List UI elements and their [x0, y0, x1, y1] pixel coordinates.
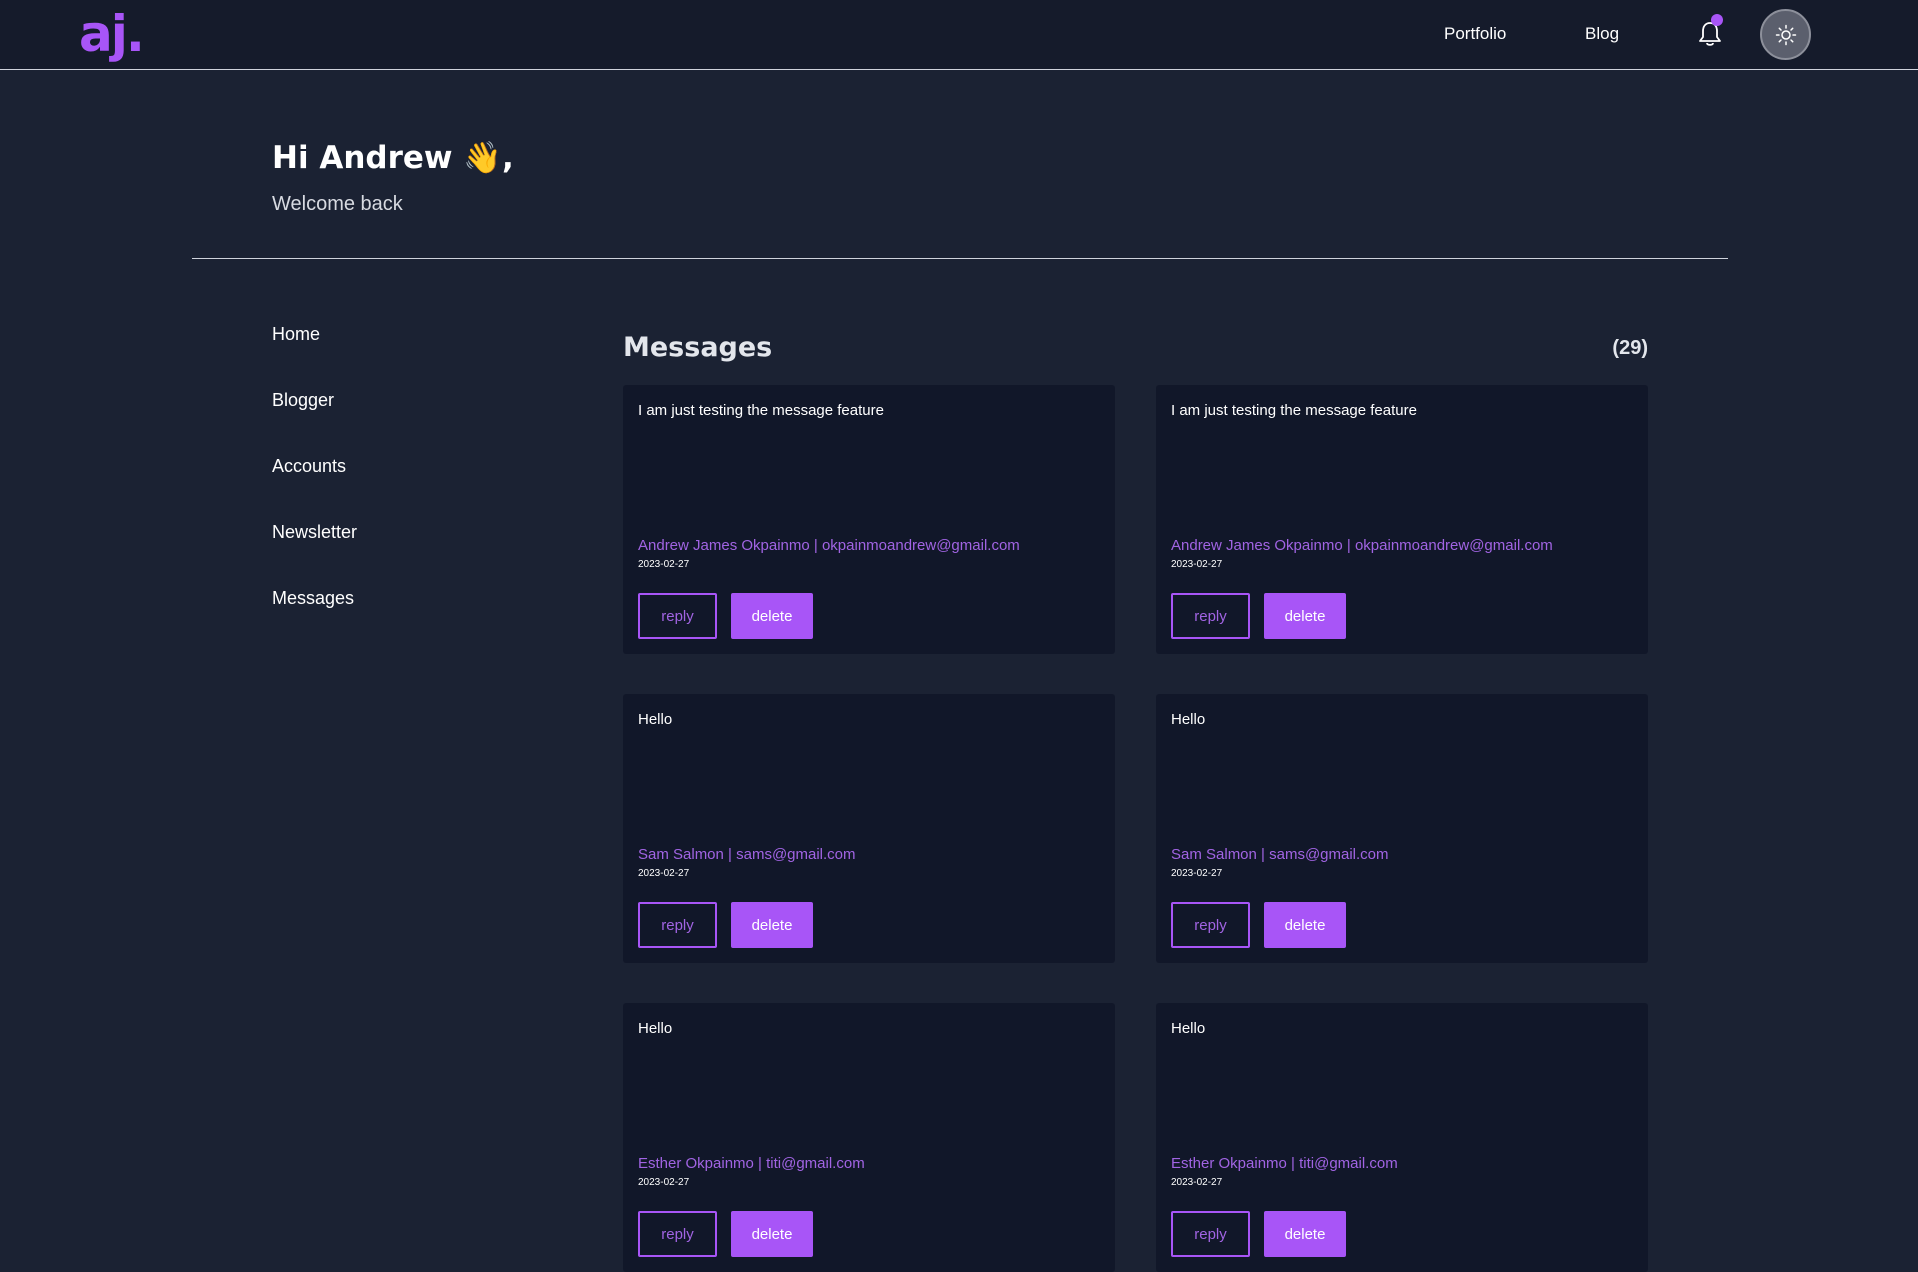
reply-button[interactable]: reply — [638, 593, 717, 639]
reply-button[interactable]: reply — [1171, 1211, 1250, 1257]
message-text: Hello — [1171, 711, 1206, 728]
top-navbar: aj. Portfolio Blog — [0, 0, 1918, 70]
message-sender: Esther Okpainmo | titi@gmail.com — [638, 1155, 865, 1172]
delete-button[interactable]: delete — [731, 1211, 813, 1257]
reply-button[interactable]: reply — [638, 1211, 717, 1257]
theme-toggle-button[interactable] — [1760, 9, 1811, 60]
message-sender: Esther Okpainmo | titi@gmail.com — [1171, 1155, 1398, 1172]
message-sender: Sam Salmon | sams@gmail.com — [1171, 846, 1389, 863]
message-text: Hello — [638, 1020, 673, 1037]
message-date: 2023-02-27 — [638, 1177, 690, 1188]
message-date: 2023-02-27 — [1171, 1177, 1223, 1188]
message-sender: Andrew James Okpainmo | okpainmoandrew@g… — [638, 537, 1020, 554]
message-card: Hello Esther Okpainmo | titi@gmail.com 2… — [1156, 1003, 1648, 1272]
reply-button[interactable]: reply — [638, 902, 717, 948]
reply-button[interactable]: reply — [1171, 593, 1250, 639]
notification-dot — [1711, 14, 1723, 26]
delete-button[interactable]: delete — [1264, 593, 1346, 639]
message-date: 2023-02-27 — [638, 868, 690, 879]
message-date: 2023-02-27 — [638, 559, 690, 570]
sidebar-item-accounts[interactable]: Accounts — [272, 453, 346, 479]
sidebar-item-messages[interactable]: Messages — [272, 585, 354, 611]
delete-button[interactable]: delete — [1264, 902, 1346, 948]
message-card: I am just testing the message feature An… — [623, 385, 1115, 654]
messages-count: (29) — [1612, 337, 1648, 359]
sidebar-item-home[interactable]: Home — [272, 321, 320, 347]
message-card: Hello Sam Salmon | sams@gmail.com 2023-0… — [1156, 694, 1648, 963]
delete-button[interactable]: delete — [731, 593, 813, 639]
nav-portfolio-link[interactable]: Portfolio — [1444, 22, 1506, 46]
sidebar-item-blogger[interactable]: Blogger — [272, 387, 334, 413]
reply-button[interactable]: reply — [1171, 902, 1250, 948]
nav-blog-link[interactable]: Blog — [1585, 22, 1619, 46]
logo[interactable]: aj. — [79, 6, 145, 62]
delete-button[interactable]: delete — [731, 902, 813, 948]
welcome-subtitle: Welcome back — [272, 193, 403, 215]
message-sender: Sam Salmon | sams@gmail.com — [638, 846, 856, 863]
message-text: I am just testing the message feature — [1171, 402, 1417, 419]
greeting-title: Hi Andrew 👋, — [272, 140, 514, 176]
sidebar-item-newsletter[interactable]: Newsletter — [272, 519, 357, 545]
messages-title: Messages — [623, 332, 773, 363]
message-date: 2023-02-27 — [1171, 559, 1223, 570]
sun-icon — [1775, 24, 1796, 45]
message-card: Hello Esther Okpainmo | titi@gmail.com 2… — [623, 1003, 1115, 1272]
message-card: Hello Sam Salmon | sams@gmail.com 2023-0… — [623, 694, 1115, 963]
message-text: Hello — [638, 711, 673, 728]
message-text: I am just testing the message feature — [638, 402, 884, 419]
message-text: Hello — [1171, 1020, 1206, 1037]
message-card: I am just testing the message feature An… — [1156, 385, 1648, 654]
message-sender: Andrew James Okpainmo | okpainmoandrew@g… — [1171, 537, 1553, 554]
message-date: 2023-02-27 — [1171, 868, 1223, 879]
delete-button[interactable]: delete — [1264, 1211, 1346, 1257]
section-divider — [192, 258, 1728, 259]
